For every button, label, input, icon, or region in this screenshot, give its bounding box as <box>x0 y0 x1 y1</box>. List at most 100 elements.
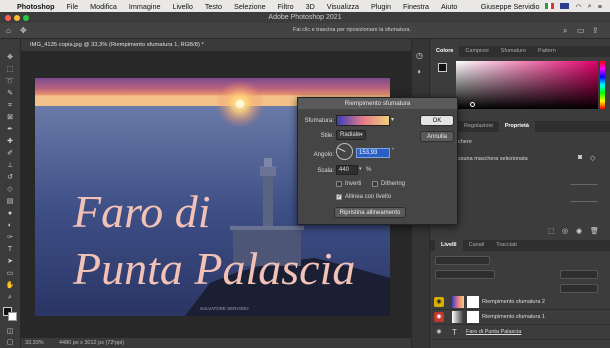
visibility-eye-icon[interactable]: ◉ <box>434 297 444 307</box>
layer-row[interactable]: ◉ Riempimento sfumatura 1 <box>430 310 610 325</box>
workspace-icon[interactable]: ▭ <box>577 26 585 35</box>
pen-tool-icon[interactable]: ✑ <box>4 233 16 242</box>
angle-dial[interactable] <box>336 143 353 160</box>
history-brush-icon[interactable]: ↺ <box>4 173 16 182</box>
opacity-field[interactable] <box>560 270 598 279</box>
properties-slider[interactable] <box>570 201 598 202</box>
hue-slider[interactable] <box>600 61 605 109</box>
search-icon[interactable]: ⌕ <box>588 1 592 11</box>
properties-slider[interactable] <box>570 184 598 185</box>
dodge-tool-icon[interactable]: ◐ <box>4 221 16 230</box>
tab-colore[interactable]: Colore <box>430 46 460 57</box>
control-center-icon[interactable]: ≡ <box>598 2 602 11</box>
fill-field[interactable] <box>560 284 598 293</box>
brush-tool-icon[interactable]: ✐ <box>4 149 16 158</box>
lasso-tool-icon[interactable]: ➰ <box>4 77 16 86</box>
chevron-right-icon[interactable]: › <box>113 339 115 345</box>
color-picker-field[interactable] <box>456 61 598 109</box>
menu-file[interactable]: File <box>67 2 79 11</box>
tab-regolazioni[interactable]: Regolazioni <box>458 121 499 132</box>
gradient-swatch[interactable] <box>336 115 390 126</box>
blend-mode-select[interactable] <box>435 270 495 279</box>
minimize-window-button[interactable] <box>14 14 20 21</box>
menu-livello[interactable]: Livello <box>172 2 192 11</box>
zoom-tool-icon[interactable]: ⌕ <box>4 293 16 302</box>
background-color-swatch[interactable] <box>8 312 17 321</box>
layer-row[interactable]: ◉ T Faro di Punta Palascia <box>430 325 610 340</box>
user-name[interactable]: Giuseppe Servidio <box>481 2 540 11</box>
frame-tool-icon[interactable]: ⊠ <box>4 113 16 122</box>
gradient-tool-icon[interactable]: ▤ <box>4 197 16 206</box>
layer-name[interactable]: Faro di Punta Palascia <box>466 329 521 335</box>
layer-name[interactable]: Riempimento sfumatura 2 <box>482 299 545 305</box>
tab-livelli[interactable]: Livelli <box>435 240 463 251</box>
mask-icon[interactable]: ◙ <box>578 154 582 161</box>
menu-aiuto[interactable]: Aiuto <box>441 2 457 11</box>
menu-3d[interactable]: 3D <box>306 2 315 11</box>
tab-pattern[interactable]: Pattern <box>532 46 562 57</box>
menu-visualizza[interactable]: Visualizza <box>327 2 359 11</box>
menu-plugin[interactable]: Plugin <box>371 2 391 11</box>
move-tool-icon[interactable]: ✥ <box>4 53 16 62</box>
foreground-color-swatch[interactable] <box>438 63 447 72</box>
type-tool-icon[interactable]: T <box>4 245 16 254</box>
hand-tool-icon[interactable]: ✋ <box>4 281 16 290</box>
style-select[interactable]: Radiale ▾ <box>336 130 366 140</box>
zoom-window-button[interactable] <box>23 14 29 21</box>
angle-input[interactable]: 153,93 <box>356 148 390 158</box>
menu-modifica[interactable]: Modifica <box>90 2 117 11</box>
eye-icon[interactable]: ◉ <box>576 227 582 235</box>
flag-icon[interactable] <box>545 3 555 9</box>
menu-selezione[interactable]: Selezione <box>234 2 266 11</box>
ok-button[interactable]: OK <box>420 115 454 126</box>
close-window-button[interactable] <box>5 14 11 21</box>
tab-campioni[interactable]: Campioni <box>459 46 494 57</box>
apply-mask-icon[interactable]: ⬚ <box>548 227 555 235</box>
visibility-eye-icon[interactable]: ◉ <box>434 312 444 322</box>
lock-options[interactable] <box>435 284 525 292</box>
dither-checkbox[interactable] <box>372 181 378 187</box>
zoom-level[interactable]: 33,33% <box>25 340 44 346</box>
tab-proprieta[interactable]: Proprietà <box>498 121 535 132</box>
history-icon[interactable]: ◷ <box>416 51 423 60</box>
stamp-tool-icon[interactable]: ⊥ <box>4 161 16 170</box>
home-icon[interactable]: ⌂ <box>6 26 11 35</box>
healing-tool-icon[interactable]: ✚ <box>4 137 16 146</box>
vector-mask-icon[interactable]: ◇ <box>590 154 595 162</box>
menu-immagine[interactable]: Immagine <box>129 2 161 11</box>
path-select-tool-icon[interactable]: ➤ <box>4 257 16 266</box>
quick-mask-icon[interactable]: ◫ <box>4 327 16 336</box>
delete-icon[interactable]: 🗑 <box>590 227 599 235</box>
scale-dropdown-icon[interactable]: ▾ <box>359 166 362 172</box>
invert-icon[interactable]: ◎ <box>562 227 568 235</box>
layer-name[interactable]: Riempimento sfumatura 1 <box>482 314 545 320</box>
document-tab[interactable]: IMG_4135 copia.jpg @ 33,3% (Riempimento … <box>21 39 411 52</box>
chevron-down-icon[interactable]: ▾ <box>391 116 394 123</box>
blur-tool-icon[interactable]: ● <box>4 209 16 218</box>
menu-filtro[interactable]: Filtro <box>278 2 294 11</box>
adjustments-icon[interactable]: ◑ <box>416 67 421 76</box>
share-icon[interactable]: ⇪ <box>592 26 599 35</box>
invert-checkbox[interactable] <box>336 181 342 187</box>
layer-row[interactable]: ◉ Riempimento sfumatura 2 <box>430 295 610 310</box>
search-icon[interactable]: ⌕ <box>563 26 567 36</box>
tab-sfumature[interactable]: Sfumature <box>495 46 532 57</box>
rectangle-tool-icon[interactable]: ▭ <box>4 269 16 278</box>
menu-app-name[interactable]: Photoshop <box>17 2 55 11</box>
marquee-tool-icon[interactable]: ⬚ <box>4 65 16 74</box>
menu-finestra[interactable]: Finestra <box>403 2 429 11</box>
tab-tracciati[interactable]: Tracciati <box>490 240 523 251</box>
align-checkbox[interactable]: ✓ <box>336 194 342 200</box>
menu-testo[interactable]: Testo <box>205 2 222 11</box>
crop-tool-icon[interactable]: ⌗ <box>4 101 16 110</box>
eyedropper-tool-icon[interactable]: ✒ <box>4 125 16 134</box>
reset-alignment-button[interactable]: Ripristina allineamento <box>334 207 406 218</box>
eraser-tool-icon[interactable]: ◇ <box>4 185 16 194</box>
screen-mode-icon[interactable]: ▢ <box>4 338 16 347</box>
cancel-button[interactable]: Annulla <box>420 131 454 142</box>
visibility-eye-icon[interactable]: ◉ <box>434 327 444 337</box>
wifi-icon[interactable]: ◠ <box>575 2 581 11</box>
tab-canali[interactable]: Canali <box>463 240 491 251</box>
scale-input[interactable]: 440 <box>336 165 358 175</box>
move-tool-icon[interactable]: ✥ <box>20 26 27 35</box>
